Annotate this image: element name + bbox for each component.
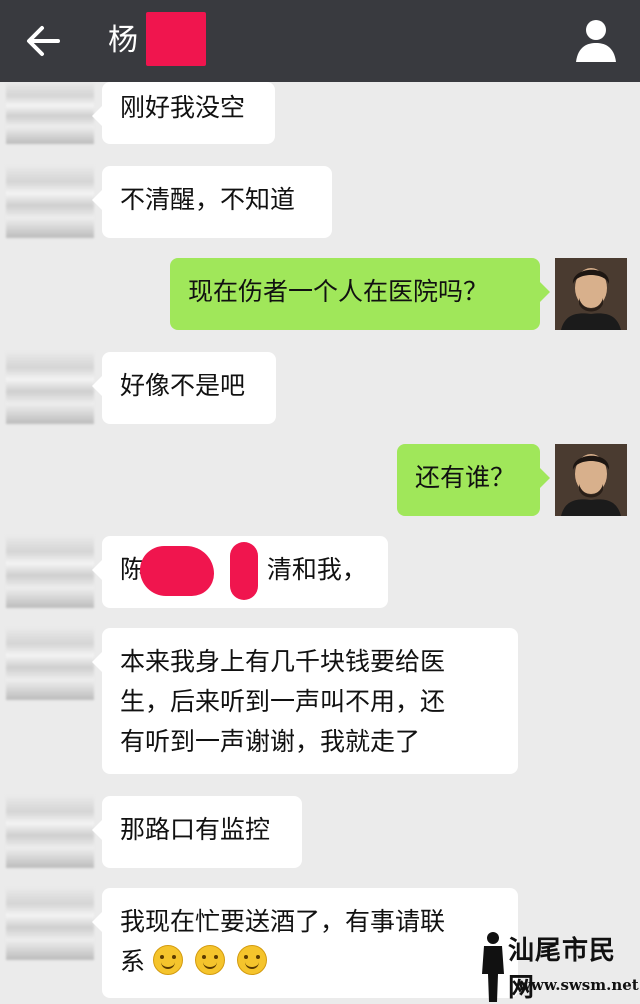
message-text-end: 清和我， xyxy=(266,555,367,584)
contact-avatar[interactable] xyxy=(6,352,94,424)
message-line: 有听到一声谢谢，我就走了 xyxy=(120,727,421,756)
message-bubble[interactable]: 我现在忙要送酒了，有事请联 系 xyxy=(92,888,518,998)
message-bubble[interactable]: 不清醒，不知道 xyxy=(92,166,332,238)
message-text: 好像不是吧 xyxy=(120,371,246,400)
redaction-mark xyxy=(146,12,206,66)
arrow-left-icon xyxy=(27,26,60,56)
person-icon xyxy=(576,20,616,62)
watermark-url: www.swsm.net xyxy=(518,976,639,994)
message-text: 还有谁？ xyxy=(415,463,516,492)
message-bubble[interactable]: 好像不是吧 xyxy=(92,352,276,424)
contact-avatar[interactable] xyxy=(6,888,94,960)
message-text: 不清醒，不知道 xyxy=(120,185,296,214)
chat-title-area: 杨 xyxy=(108,12,206,66)
thinking-emoji-icon xyxy=(194,945,225,975)
person-silhouette-icon xyxy=(482,932,504,1002)
message-line: 本来我身上有几千块钱要给医 xyxy=(120,647,446,676)
message-bubble[interactable]: 还有谁？ xyxy=(397,444,550,516)
message-text: 刚好我没空 xyxy=(120,93,246,122)
user-photo xyxy=(555,444,627,516)
message-line: 生，后来听到一声叫不用，还 xyxy=(120,687,446,716)
back-button[interactable] xyxy=(18,16,68,66)
message-bubble[interactable]: 本来我身上有几千块钱要给医 生，后来听到一声叫不用，还 有听到一声谢谢，我就走了 xyxy=(92,628,518,774)
message-bubble[interactable]: 刚好我没空 xyxy=(92,82,275,144)
contact-avatar[interactable] xyxy=(6,536,94,608)
chat-title: 杨 xyxy=(108,23,138,58)
contact-avatar[interactable] xyxy=(6,166,94,238)
user-photo xyxy=(555,258,627,330)
message-bubble[interactable]: 现在伤者一个人在医院吗？ xyxy=(170,258,550,330)
message-list[interactable]: 刚好我没空 不清醒，不知道 现在伤者一个人在医院吗？ 好像不是吧 还有谁？ 陈 … xyxy=(0,82,640,1004)
message-line: 系 xyxy=(120,947,146,976)
watermark: 汕尾市民网 www.swsm.net xyxy=(478,930,640,1004)
chat-header: 杨 xyxy=(0,0,640,82)
message-text: 那路口有监控 xyxy=(120,815,271,844)
user-avatar[interactable] xyxy=(555,444,627,516)
contact-avatar[interactable] xyxy=(6,628,94,700)
thinking-emoji-icon xyxy=(236,945,267,975)
smile-emoji-icon xyxy=(152,945,183,975)
profile-button[interactable] xyxy=(574,16,618,64)
message-line: 我现在忙要送酒了，有事请联 xyxy=(120,907,446,936)
contact-avatar[interactable] xyxy=(6,82,94,144)
contact-avatar[interactable] xyxy=(6,796,94,868)
user-avatar[interactable] xyxy=(555,258,627,330)
message-text: 现在伤者一个人在医院吗？ xyxy=(188,277,489,306)
redaction-mark xyxy=(230,542,258,600)
message-bubble[interactable]: 那路口有监控 xyxy=(92,796,302,868)
redaction-mark xyxy=(140,546,214,596)
